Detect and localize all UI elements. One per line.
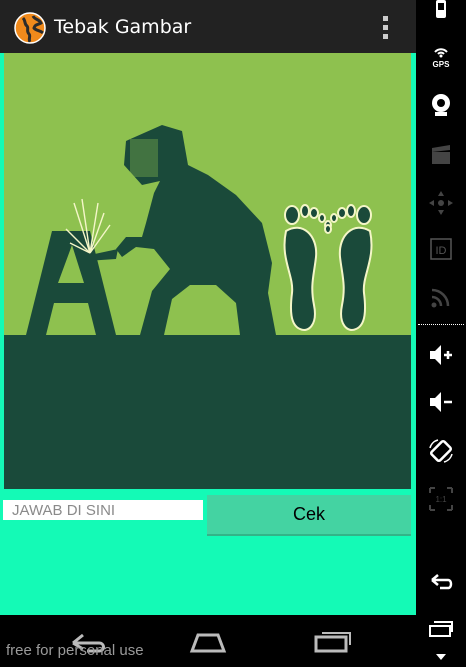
id-label: ID bbox=[436, 245, 447, 257]
phone-icon[interactable] bbox=[426, 0, 456, 28]
volume-down-icon[interactable] bbox=[426, 387, 456, 417]
action-bar: Tebak Gambar bbox=[0, 0, 416, 53]
scale-icon[interactable]: 1:1 bbox=[426, 484, 456, 514]
emulator-side-panel: GPS ID 1:1 bbox=[416, 0, 466, 667]
emulator-back-icon[interactable] bbox=[426, 566, 456, 596]
gps-icon[interactable]: GPS bbox=[426, 42, 456, 72]
recents-icon[interactable] bbox=[302, 623, 362, 659]
app-title: Tebak Gambar bbox=[54, 16, 192, 38]
emulator-recents-icon[interactable] bbox=[426, 614, 456, 644]
navigation-bar bbox=[0, 615, 416, 667]
dpad-icon[interactable] bbox=[426, 188, 456, 218]
rotate-icon[interactable] bbox=[426, 436, 456, 466]
overflow-menu-icon[interactable] bbox=[374, 12, 396, 44]
side-panel-divider bbox=[418, 324, 464, 325]
cast-icon[interactable] bbox=[426, 282, 456, 312]
gps-label: GPS bbox=[433, 60, 451, 69]
scale-label: 1:1 bbox=[435, 495, 447, 504]
id-icon[interactable]: ID bbox=[426, 234, 456, 264]
check-button[interactable]: Cek bbox=[207, 495, 411, 536]
emulator-expand-icon[interactable] bbox=[426, 646, 456, 667]
media-icon[interactable] bbox=[426, 140, 456, 170]
main-content: Cek bbox=[0, 53, 416, 615]
device-screen: Tebak Gambar JAWAB DI SINI Cek free for … bbox=[0, 0, 416, 667]
home-icon[interactable] bbox=[178, 623, 238, 659]
watermark-text: free for personal use bbox=[6, 642, 144, 659]
answer-input[interactable] bbox=[3, 500, 203, 520]
globe-icon bbox=[14, 12, 46, 44]
volume-up-icon[interactable] bbox=[426, 340, 456, 370]
puzzle-picture bbox=[4, 53, 411, 489]
webcam-icon[interactable] bbox=[426, 90, 456, 120]
